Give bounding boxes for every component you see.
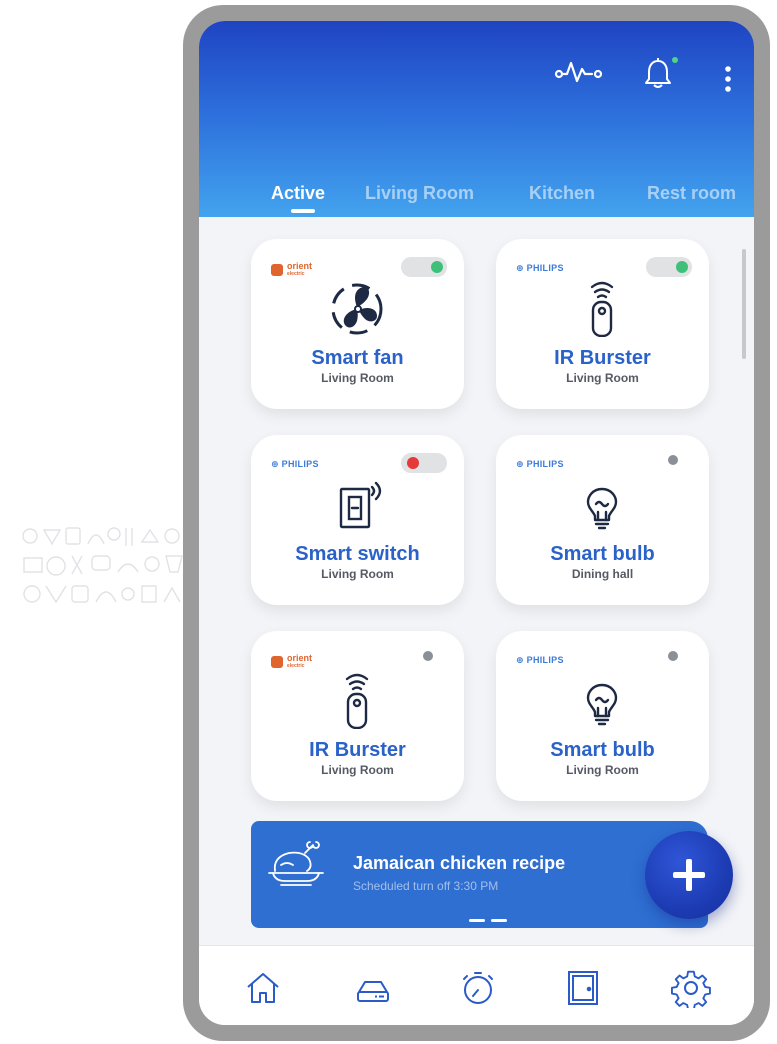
app-screen: Active Living Room Kitchen Rest room ori… — [199, 21, 754, 1025]
brand-sub-label: electric — [287, 663, 305, 669]
tab-kitchen[interactable]: Kitchen — [529, 183, 595, 204]
brand-logo-philips: ⊕ PHILIPS — [516, 459, 564, 469]
notification-dot — [672, 57, 678, 63]
bulb-icon — [586, 683, 618, 726]
device-card-smart-bulb[interactable]: ⊕ PHILIPS Smart bulb Living Room — [496, 631, 709, 801]
device-card-ir-burster[interactable]: orient electric IR Burster Living Room — [251, 631, 464, 801]
doodle-pattern-image — [22, 527, 197, 604]
offline-status-dot — [668, 455, 678, 465]
device-room: Living Room — [321, 567, 394, 581]
device-card-ir-burster[interactable]: ⊕ PHILIPS IR Burster Living Room — [496, 239, 709, 409]
device-title: Smart bulb — [550, 543, 655, 565]
offline-status-dot — [668, 651, 678, 661]
offline-status-dot — [423, 651, 433, 661]
device-title: Smart bulb — [550, 739, 655, 761]
banner-subtitle: Scheduled turn off 3:30 PM — [353, 879, 499, 893]
banner-title: Jamaican chicken recipe — [353, 853, 566, 873]
scheduled-recipe-banner[interactable]: Jamaican chicken recipe Scheduled turn o… — [251, 821, 708, 928]
brand-sub-label: electric — [287, 271, 305, 277]
bottom-nav — [199, 945, 754, 1025]
brand-label: PHILIPS — [526, 263, 564, 273]
device-room: Living Room — [566, 371, 639, 385]
remote-icon — [345, 673, 369, 729]
bell-icon[interactable] — [644, 57, 672, 89]
tab-indicator — [291, 209, 315, 213]
brand-logo-orient: orient electric — [271, 262, 312, 277]
device-room: Living Room — [566, 763, 639, 777]
tab-active[interactable]: Active — [271, 183, 325, 204]
nav-timer-icon[interactable] — [458, 968, 498, 1008]
device-title: Smart fan — [311, 347, 404, 369]
brand-logo-philips: ⊕ PHILIPS — [516, 655, 564, 665]
device-card-smart-fan[interactable]: orient electric Smart fan Living Room — [251, 239, 464, 409]
device-room: Living Room — [321, 763, 394, 777]
app-header: Active Living Room Kitchen Rest room — [199, 21, 754, 217]
nav-router-icon[interactable] — [353, 968, 393, 1008]
power-toggle[interactable] — [401, 453, 447, 473]
device-room: Living Room — [321, 371, 394, 385]
room-tabs: Active Living Room Kitchen Rest room — [199, 181, 754, 217]
device-room: Dining hall — [571, 567, 634, 581]
power-toggle[interactable] — [646, 257, 692, 277]
orient-logo-mark — [271, 656, 283, 668]
brand-label: PHILIPS — [526, 459, 564, 469]
power-toggle[interactable] — [401, 257, 447, 277]
brand-label: PHILIPS — [526, 655, 564, 665]
more-vert-icon[interactable] — [723, 65, 733, 93]
device-card-smart-switch[interactable]: ⊕ PHILIPS Smart switch Living Room — [251, 435, 464, 605]
brand-logo-philips: ⊕ PHILIPS — [516, 263, 564, 273]
brand-logo-philips: ⊕ PHILIPS — [271, 459, 319, 469]
phone-frame: Active Living Room Kitchen Rest room ori… — [183, 5, 770, 1041]
nav-home-icon[interactable] — [243, 968, 283, 1008]
remote-icon — [590, 281, 614, 337]
tab-rest-room[interactable]: Rest room — [647, 183, 736, 204]
device-title: IR Burster — [309, 739, 406, 761]
pulse-icon[interactable] — [554, 59, 610, 83]
roast-chicken-icon — [268, 841, 324, 886]
device-card-smart-bulb[interactable]: ⊕ PHILIPS Smart bulb Dining hall — [496, 435, 709, 605]
orient-logo-mark — [271, 264, 283, 276]
nav-door-icon[interactable] — [563, 968, 603, 1008]
scrollbar[interactable] — [742, 249, 746, 359]
fan-icon — [331, 283, 383, 335]
brand-logo-orient: orient electric — [271, 654, 312, 669]
add-device-button[interactable] — [645, 831, 733, 919]
switch-icon — [339, 481, 382, 529]
tab-living-room[interactable]: Living Room — [365, 183, 474, 204]
carousel-indicator — [469, 909, 513, 922]
device-title: IR Burster — [554, 347, 651, 369]
bulb-icon — [586, 487, 618, 530]
brand-label: PHILIPS — [281, 459, 319, 469]
nav-settings-icon[interactable] — [671, 968, 711, 1011]
device-title: Smart switch — [295, 543, 420, 565]
